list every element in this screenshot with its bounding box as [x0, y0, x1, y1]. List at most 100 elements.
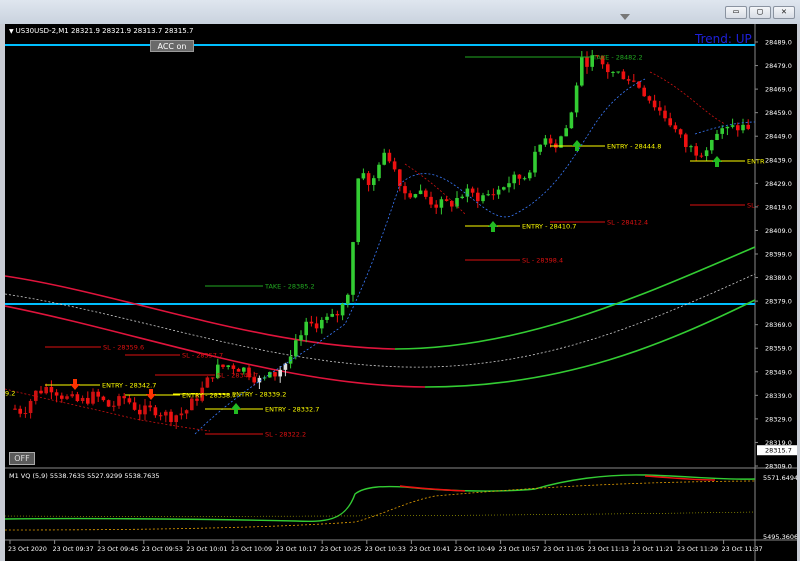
candle-body — [164, 411, 168, 416]
sell-arrow-icon — [70, 379, 80, 390]
indicator-label: M1 VQ (5,9) 5538.7635 5527.9299 5538.763… — [9, 472, 160, 480]
signal-levels: TAKE - 28482.2 ENTRY - 28444.8 ENTRY - 284… — [5, 54, 765, 439]
time-tick-label: 23 Oct 09:53 — [142, 546, 183, 553]
candle-body — [49, 386, 54, 393]
candle-body — [221, 364, 225, 367]
candle-body — [190, 398, 194, 411]
candle-body — [460, 196, 464, 198]
candle-body — [434, 204, 438, 208]
candle-body — [632, 80, 636, 82]
candle-body — [673, 125, 678, 130]
candle-body — [486, 194, 490, 196]
time-tick-label: 23 Oct 10:17 — [276, 546, 317, 553]
off-button[interactable]: OFF — [9, 452, 35, 465]
candle-body — [611, 71, 615, 73]
candle-body — [210, 377, 215, 379]
time-tick-label: 23 Oct 10:09 — [231, 546, 272, 553]
price-chart[interactable]: TAKE - 28482.2 ENTRY - 28444.8 ENTRY - 284… — [5, 24, 797, 561]
candle-body — [325, 316, 329, 320]
candle-body — [44, 386, 48, 394]
symbol-info-text: US30USD-2,M1 28321.9 28321.9 28313.7 283… — [15, 27, 194, 35]
candle-body — [179, 413, 184, 416]
level-label: ENTRY - 28332.7 — [265, 406, 319, 414]
candle-body — [34, 390, 38, 401]
candle-body — [678, 129, 683, 135]
price-tick-label: 28349.0 — [765, 368, 792, 376]
candle-body — [226, 365, 230, 367]
candle-body — [231, 365, 236, 369]
current-price-label: 28315.7 — [765, 447, 792, 455]
candle-body — [351, 242, 355, 295]
candle-body — [725, 126, 730, 129]
candle-body — [387, 152, 392, 162]
restore-button[interactable]: ▢ — [749, 6, 771, 19]
candle-body — [106, 400, 111, 407]
price-tick-label: 28479.0 — [765, 62, 792, 70]
window-titlebar: ▭ ▢ ✕ — [0, 0, 800, 24]
acc-on-button[interactable]: ACC on — [150, 40, 194, 52]
candle-body — [340, 303, 345, 316]
candle-body — [101, 396, 106, 401]
price-tick-label: 28359.0 — [765, 345, 792, 353]
candle-body — [361, 173, 366, 179]
indicator-signal-dotted — [5, 480, 756, 531]
candle-body — [585, 57, 589, 67]
price-tick-label: 28409.0 — [765, 227, 792, 235]
candle-body — [580, 57, 584, 86]
candle-body — [715, 133, 719, 141]
level-label: ENTRY - 28338.7 — [182, 392, 236, 400]
candle-body — [80, 397, 85, 402]
candle-body — [736, 125, 740, 131]
candle-body — [96, 391, 100, 397]
time-tick-label: 23 Oct 10:25 — [320, 546, 361, 553]
candle-body — [710, 140, 714, 151]
candle-body — [730, 125, 735, 127]
candle-body — [517, 174, 522, 179]
time-tick-label: 23 Oct 11:13 — [588, 546, 629, 553]
candle-body — [294, 340, 298, 357]
candle-body — [153, 407, 158, 416]
candle-body — [320, 319, 324, 329]
level-label: SL - 28412.4 — [607, 219, 648, 227]
candle-body — [70, 394, 74, 397]
level-label: ENTRY - 28444.8 — [607, 143, 661, 151]
time-tick-label: 23 Oct 10:57 — [499, 546, 540, 553]
candle-body — [127, 398, 132, 403]
candle-body — [117, 396, 121, 406]
price-tick-label: 28339.0 — [765, 392, 792, 400]
candle-body — [741, 124, 745, 131]
candle-body — [65, 396, 69, 399]
price-tick-label: 28459.0 — [765, 109, 792, 117]
time-tick-label: 23 Oct 10:41 — [409, 546, 450, 553]
indicator-axis-bottom: 5495.3606 — [763, 533, 797, 541]
time-tick-label: 23 Oct 10:33 — [365, 546, 406, 553]
candle-body — [548, 138, 553, 144]
candle-body — [28, 400, 33, 414]
candle-body — [574, 85, 579, 113]
candle-body — [528, 172, 532, 179]
candle-body — [626, 79, 631, 81]
level-label: SL - 28359.6 — [103, 344, 144, 352]
level-label: SL - 28322.2 — [265, 431, 306, 439]
band-upper-red — [5, 275, 396, 350]
time-axis: 23 Oct 2020 23 Oct 09:37 23 Oct 09:45 23 Oc… — [8, 540, 763, 553]
candle-body — [616, 71, 620, 73]
buy-arrow-icon — [712, 156, 722, 167]
candle-body — [392, 161, 397, 170]
candle-body — [704, 150, 709, 157]
time-tick-label: 23 Oct 09:45 — [97, 546, 138, 553]
price-tick-label: 28379.0 — [765, 298, 792, 306]
trail-blue-b — [694, 121, 756, 135]
buy-arrow-icon — [572, 140, 582, 151]
candle-body — [424, 190, 428, 197]
candle-body — [720, 128, 724, 134]
candle-body — [491, 194, 496, 196]
candle-body — [533, 151, 537, 173]
candle-body — [694, 146, 698, 156]
candle-body — [372, 178, 376, 185]
candle-body — [502, 187, 506, 190]
close-button[interactable]: ✕ — [773, 6, 795, 19]
minimize-button[interactable]: ▭ — [725, 6, 747, 19]
candle-body — [382, 152, 386, 165]
candle-body — [699, 155, 704, 157]
